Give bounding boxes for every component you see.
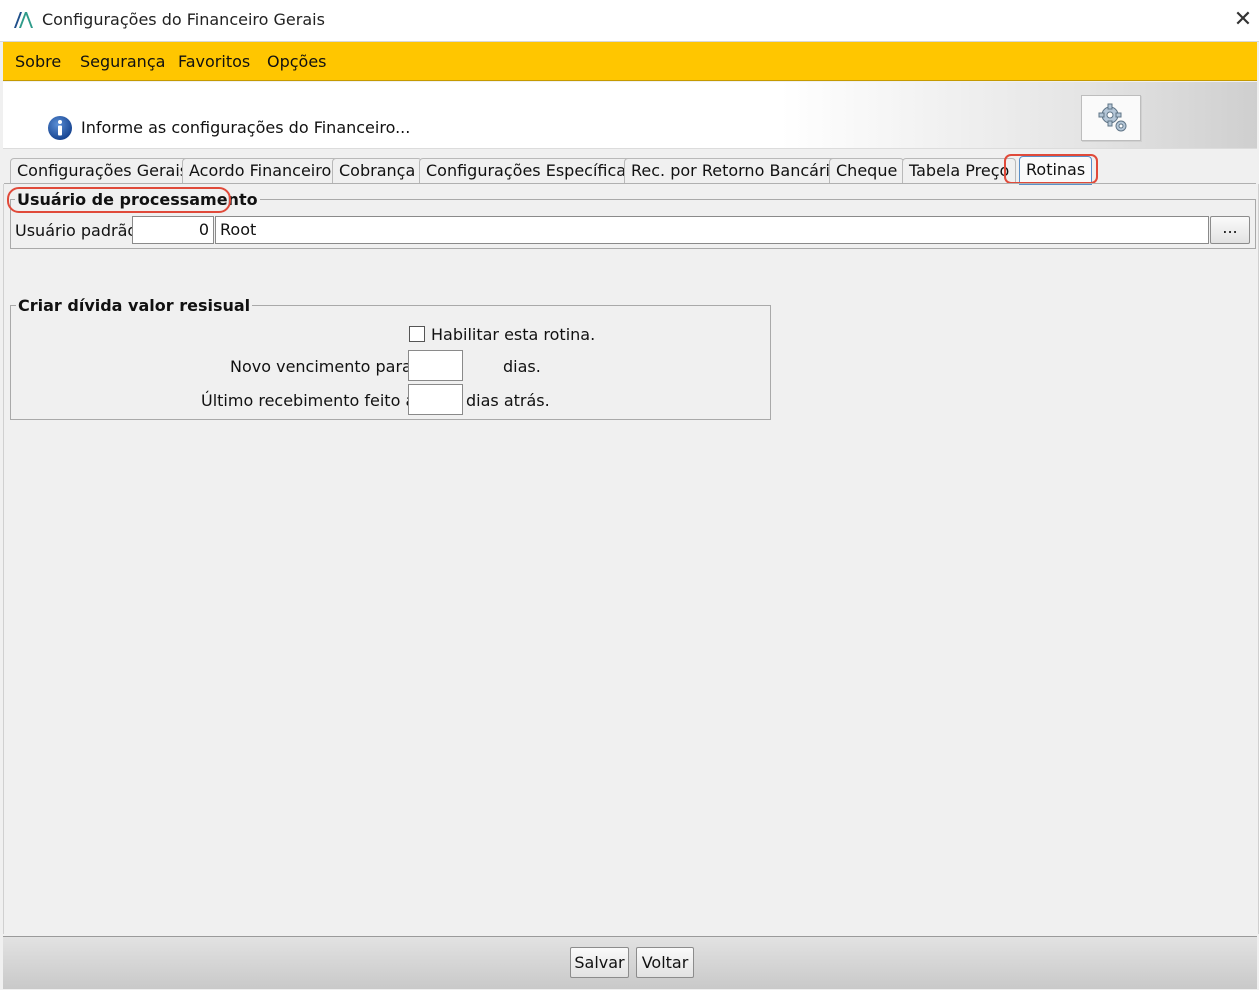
config-button[interactable] [1081, 95, 1141, 141]
voltar-button[interactable]: Voltar [636, 947, 694, 978]
tab-configuracoes-gerais[interactable]: Configurações Gerais [10, 158, 196, 183]
menu-seguranca[interactable]: Segurança [80, 52, 165, 71]
title-bar: Configurações do Financeiro Gerais ✕ [0, 0, 1259, 42]
tab-cheque[interactable]: Cheque [829, 158, 905, 183]
window-title: Configurações do Financeiro Gerais [42, 10, 325, 29]
usuario-padrao-label: Usuário padrão: [15, 221, 143, 240]
tab-rec-retorno-bancario[interactable]: Rec. por Retorno Bancário [624, 158, 847, 183]
menu-opcoes[interactable]: Opções [267, 52, 327, 71]
header-area: Informe as configurações do Financeiro..… [3, 82, 1257, 149]
usuario-group-legend: Usuário de processamento [15, 190, 260, 209]
tabs-row: Configurações Gerais Acordo Financeiro C… [0, 152, 1259, 185]
habilitar-rotina-label: Habilitar esta rotina. [431, 325, 596, 344]
usuario-code-field[interactable]: 0 [132, 216, 214, 244]
tab-configuracoes-especificas[interactable]: Configurações Específicas [419, 158, 642, 183]
info-icon [48, 116, 72, 140]
menu-sobre[interactable]: Sobre [15, 52, 61, 71]
tab-cobranca[interactable]: Cobrança [332, 158, 423, 183]
divida-group-legend: Criar dívida valor resisual [16, 296, 253, 315]
tab-tabela-preco[interactable]: Tabela Preço [902, 158, 1017, 183]
ultimo-recebimento-input[interactable] [408, 384, 463, 415]
ultimo-recebimento-suffix: dias atrás. [466, 391, 550, 410]
usuario-name-field[interactable]: Root [215, 216, 1209, 244]
habilitar-rotina-checkbox[interactable] [409, 326, 425, 342]
menu-bar: Sobre Segurança Favoritos Opções [3, 42, 1257, 81]
salvar-button[interactable]: Salvar [570, 947, 629, 978]
app-logo-icon [14, 12, 33, 28]
menu-favoritos[interactable]: Favoritos [178, 52, 250, 71]
tab-rotinas[interactable]: Rotinas [1019, 156, 1093, 185]
browse-usuario-button[interactable]: ... [1210, 216, 1250, 244]
novo-vencimento-label: Novo vencimento para: [230, 357, 418, 376]
tab-acordo-financeiro[interactable]: Acordo Financeiro [182, 158, 339, 183]
footer-bar: Salvar Voltar [3, 936, 1257, 989]
novo-vencimento-input[interactable] [408, 350, 463, 381]
close-button[interactable]: ✕ [1228, 6, 1258, 34]
gear-icon [1098, 103, 1127, 132]
ultimo-recebimento-label: Último recebimento feito á: [201, 391, 421, 410]
novo-vencimento-suffix: dias. [503, 357, 541, 376]
info-message: Informe as configurações do Financeiro..… [81, 118, 411, 137]
